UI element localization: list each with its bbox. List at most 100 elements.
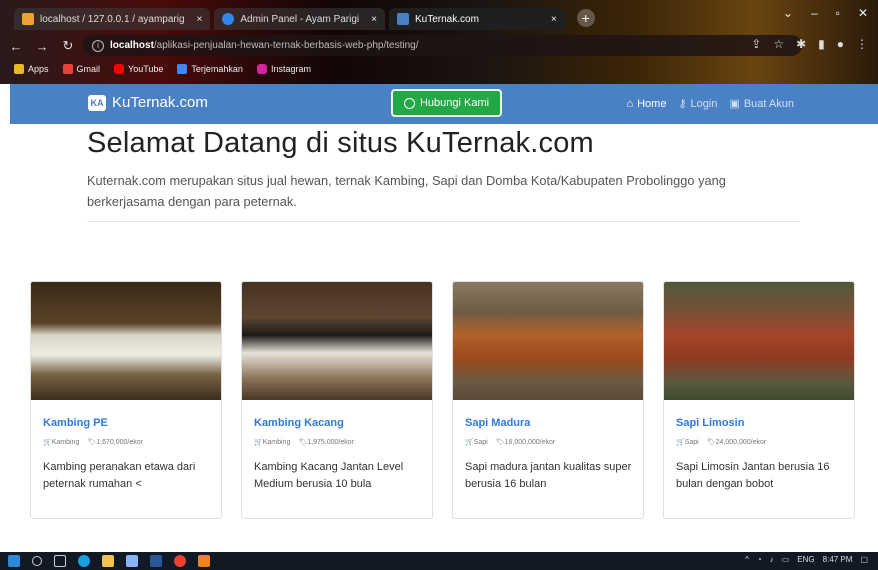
address-bar[interactable]: i localhost /aplikasi-penjualan-hewan-te… xyxy=(82,35,802,56)
close-window-icon[interactable]: ✕ xyxy=(858,6,868,20)
search-icon[interactable] xyxy=(32,556,42,566)
browser-chrome: localhost / 127.0.0.1 / ayamparig × Admi… xyxy=(0,0,878,84)
tab-search-icon[interactable]: ⌄ xyxy=(783,6,793,20)
back-icon[interactable]: ← xyxy=(6,39,26,54)
category-icon: 🛒Sapi xyxy=(465,439,488,446)
bookmark-youtube[interactable]: YouTube xyxy=(114,64,163,74)
windows-start-icon[interactable] xyxy=(8,555,20,567)
product-title[interactable]: Kambing Kacang xyxy=(254,417,344,429)
language-indicator[interactable]: ENG xyxy=(797,555,814,564)
nav-links: ⌂ Home ⚷ Login ▣ Buat Akun xyxy=(626,97,794,111)
reload-icon[interactable]: ↻ xyxy=(58,38,78,54)
bookmark-instagram[interactable]: Instagram xyxy=(256,64,311,74)
profile-icon[interactable]: ● xyxy=(837,37,844,51)
network-icon[interactable]: ◔ xyxy=(757,555,762,564)
notification-icon[interactable]: ▢ xyxy=(860,555,868,564)
key-icon: ⚷ xyxy=(678,98,687,110)
tab-label: KuTernak.com xyxy=(414,13,479,25)
product-description: Kambing peranakan etawa dari peternak ru… xyxy=(43,461,196,490)
xampp-icon[interactable] xyxy=(198,555,210,567)
product-card[interactable]: Kambing Kacang 🛒Kambing 🏷1,975,000/ekor … xyxy=(241,281,433,519)
forward-icon[interactable]: → xyxy=(32,39,52,54)
tab-admin-panel[interactable]: Admin Panel - Ayam Parigi × xyxy=(214,8,385,30)
price-tag-icon: 🏷1,975,000/ekor xyxy=(298,439,354,446)
translate-icon xyxy=(177,64,188,74)
product-title[interactable]: Sapi Madura xyxy=(465,417,530,429)
product-image-cow-limosin[interactable] xyxy=(664,282,854,400)
tray-chevron-icon[interactable]: ^ xyxy=(745,555,749,564)
category-icon: 🛒Kambing xyxy=(254,439,291,446)
minimize-icon[interactable]: – xyxy=(811,6,818,20)
product-description: Kambing Kacang Jantan Level Medium berus… xyxy=(254,461,404,490)
file-explorer-icon[interactable] xyxy=(102,555,114,567)
share-icon[interactable]: ⇪ xyxy=(751,37,761,51)
site-info-icon[interactable]: i xyxy=(92,39,104,52)
tab-label: Admin Panel - Ayam Parigi xyxy=(240,13,360,25)
bookmark-star-icon[interactable]: ☆ xyxy=(773,37,784,51)
page-description: Kuternak.com merupakan situs jual hewan,… xyxy=(87,173,726,209)
product-title[interactable]: Sapi Limosin xyxy=(676,417,744,429)
category-icon: 🛒Kambing xyxy=(43,439,80,446)
edge-icon[interactable] xyxy=(78,555,90,567)
product-description: Sapi madura jantan kualitas super berusi… xyxy=(465,461,632,490)
volume-icon[interactable]: ♪ xyxy=(770,555,774,564)
bookmarks-bar: Apps Gmail YouTube Terjemahkan Instagram xyxy=(14,60,311,78)
tab-phpmyadmin[interactable]: localhost / 127.0.0.1 / ayamparig × xyxy=(14,8,211,30)
clock[interactable]: 8:47 PM xyxy=(823,555,853,564)
kuternak-logo-icon: KA xyxy=(88,94,106,111)
category-icon: 🛒Sapi xyxy=(676,439,699,446)
close-icon[interactable]: × xyxy=(551,14,557,25)
product-image-goat-white[interactable] xyxy=(31,282,221,400)
divider xyxy=(87,221,800,222)
chrome-icon[interactable] xyxy=(174,555,186,567)
gmail-icon xyxy=(62,64,73,74)
tab-strip: localhost / 127.0.0.1 / ayamparig × Admi… xyxy=(14,4,595,30)
contact-button[interactable]: Hubungi Kami xyxy=(391,89,502,117)
nav-register[interactable]: ▣ Buat Akun xyxy=(729,97,794,111)
price-tag-icon: 🏷16,000,000/ekor xyxy=(495,439,556,446)
url-path: /aplikasi-penjualan-hewan-ternak-berbasi… xyxy=(153,40,419,51)
nav-home[interactable]: ⌂ Home xyxy=(626,97,666,110)
maximize-icon[interactable]: ▫ xyxy=(836,6,840,20)
phpmyadmin-icon xyxy=(22,13,34,25)
menu-icon[interactable]: ⋮ xyxy=(856,37,868,51)
close-icon[interactable]: × xyxy=(197,14,203,25)
bookmark-apps[interactable]: Apps xyxy=(14,64,49,74)
brand-name: KuTernak.com xyxy=(112,94,208,111)
tab-label: localhost / 127.0.0.1 / ayamparig xyxy=(40,13,185,25)
product-meta: 🛒Sapi 🏷16,000,000/ekor xyxy=(465,438,555,446)
task-view-icon[interactable] xyxy=(54,555,66,567)
browser-toolbar: ← → ↻ i localhost /aplikasi-penjualan-he… xyxy=(0,34,878,58)
product-description: Sapi Limosin Jantan berusia 16 bulan den… xyxy=(676,461,830,490)
taskbar: ^ ◔ ♪ ▭ ENG 8:47 PM ▢ xyxy=(0,552,878,570)
product-meta: 🛒Kambing 🏷1,975,000/ekor xyxy=(254,438,354,446)
product-title[interactable]: Kambing PE xyxy=(43,417,108,429)
product-card[interactable]: Sapi Madura 🛒Sapi 🏷16,000,000/ekor Sapi … xyxy=(452,281,644,519)
home-icon: ⌂ xyxy=(626,97,634,110)
product-card[interactable]: Sapi Limosin 🛒Sapi 🏷24,000,000/ekor Sapi… xyxy=(663,281,855,519)
brand[interactable]: KA KuTernak.com xyxy=(88,94,208,111)
bookmark-gmail[interactable]: Gmail xyxy=(62,64,100,74)
system-tray: ^ ◔ ♪ ▭ ENG 8:47 PM ▢ xyxy=(745,555,868,564)
site-navbar: KA KuTernak.com Hubungi Kami ⌂ Home ⚷ Logi… xyxy=(10,84,878,124)
url-host: localhost xyxy=(110,40,154,51)
product-image-cow-madura[interactable] xyxy=(453,282,643,400)
store-icon[interactable] xyxy=(126,555,138,567)
extensions-icon[interactable]: ✱ xyxy=(796,37,806,51)
nav-login[interactable]: ⚷ Login xyxy=(678,97,717,111)
new-tab-button[interactable]: + xyxy=(576,9,595,27)
product-meta: 🛒Kambing 🏷1,670,000/ekor xyxy=(43,438,143,446)
sidepanel-icon[interactable]: ▮ xyxy=(818,37,825,51)
product-meta: 🛒Sapi 🏷24,000,000/ekor xyxy=(676,438,766,446)
instagram-icon xyxy=(256,64,267,74)
word-icon[interactable] xyxy=(150,555,162,567)
product-image-goat-kacang[interactable] xyxy=(242,282,432,400)
tab-kuternak[interactable]: KuTernak.com × xyxy=(388,8,565,30)
product-card[interactable]: Kambing PE 🛒Kambing 🏷1,670,000/ekor Kamb… xyxy=(30,281,222,519)
bookmark-translate[interactable]: Terjemahkan xyxy=(177,64,243,74)
contact-button-label: Hubungi Kami xyxy=(419,97,490,109)
whatsapp-icon xyxy=(403,97,415,109)
close-icon[interactable]: × xyxy=(371,14,377,25)
battery-icon[interactable]: ▭ xyxy=(782,555,790,564)
page-title: Selamat Datang di situs KuTernak.com xyxy=(87,127,594,159)
